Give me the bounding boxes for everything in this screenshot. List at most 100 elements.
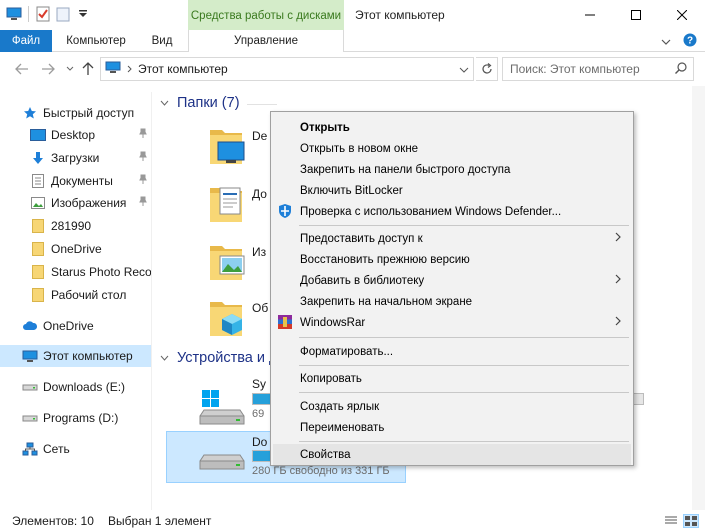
search-input[interactable]: Поиск: Этот компьютер: [510, 62, 640, 76]
sidebar-item-desktop[interactable]: Desktop: [0, 124, 151, 146]
menu-separator: [299, 365, 629, 366]
forward-arrow-icon[interactable]: [40, 61, 56, 77]
menu-item-add-to-library[interactable]: Добавить в библиотеку: [273, 270, 631, 291]
menu-item-create-shortcut[interactable]: Создать ярлык: [273, 396, 631, 417]
drive-name[interactable]: Do: [252, 435, 267, 449]
pin-icon: [139, 174, 147, 187]
desktop-icon: [30, 127, 46, 143]
menu-item-give-access[interactable]: Предоставить доступ к: [273, 228, 631, 249]
pin-icon: [139, 151, 147, 164]
quick-access-toolbar: [6, 6, 91, 22]
downloads-drive-icon[interactable]: [198, 441, 246, 481]
menu-item-pin-quick-access[interactable]: Закрепить на панели быстрого доступа: [273, 159, 631, 180]
folder-label[interactable]: Из: [252, 245, 266, 259]
ribbon-right-controls: ?: [661, 33, 697, 50]
close-button[interactable]: [659, 0, 705, 30]
back-arrow-icon[interactable]: [14, 61, 30, 77]
window-title: Этот компьютер: [355, 8, 445, 22]
search-box[interactable]: Поиск: Этот компьютер: [502, 57, 694, 81]
sidebar-item-documents[interactable]: Документы: [0, 170, 151, 192]
windows-defender-icon: [277, 203, 293, 219]
drive-free-space: 69: [252, 408, 265, 420]
folder-pictures-icon[interactable]: [208, 240, 252, 286]
vertical-scrollbar[interactable]: [692, 86, 705, 510]
search-icon[interactable]: [675, 61, 687, 77]
new-folder-icon[interactable]: [55, 6, 71, 22]
menu-item-bitlocker[interactable]: Включить BitLocker: [273, 180, 631, 201]
menu-item-windowsrar[interactable]: WindowsRar: [273, 312, 631, 333]
menu-item-format[interactable]: Форматировать...: [273, 341, 631, 362]
sidebar-item-this-pc[interactable]: Этот компьютер: [0, 345, 151, 367]
pin-icon: [139, 196, 147, 209]
sidebar-item-quick-access[interactable]: Быстрый доступ: [0, 102, 151, 124]
menu-item-open-new-window[interactable]: Открыть в новом окне: [273, 138, 631, 159]
download-arrow-icon: [30, 150, 46, 166]
submenu-arrow-icon: [615, 231, 621, 245]
recent-locations-icon[interactable]: [62, 61, 78, 77]
sidebar-item-folder-desktop-ru[interactable]: Рабочий стол: [0, 284, 151, 306]
tiles-view-icon[interactable]: [683, 514, 699, 528]
properties-icon[interactable]: [35, 6, 51, 22]
maximize-button[interactable]: [613, 0, 659, 30]
customize-toolbar-icon[interactable]: [75, 6, 91, 22]
address-bar[interactable]: Этот компьютер: [100, 57, 474, 81]
tab-file[interactable]: Файл: [0, 30, 52, 52]
menu-item-properties[interactable]: Свойства: [273, 444, 631, 465]
sidebar-item-network[interactable]: Сеть: [0, 438, 151, 460]
chevron-down-icon: [160, 353, 169, 364]
context-tab-header: Средства работы с дисками: [188, 0, 344, 32]
sidebar-item-onedrive[interactable]: OneDrive: [0, 315, 151, 337]
menu-item-defender-scan[interactable]: Проверка с использованием Windows Defend…: [273, 201, 631, 222]
minimize-button[interactable]: [567, 0, 613, 30]
menu-item-copy[interactable]: Копировать: [273, 368, 631, 389]
address-text[interactable]: Этот компьютер: [138, 62, 228, 76]
cloud-icon: [22, 318, 38, 334]
menu-item-pin-start[interactable]: Закрепить на начальном экране: [273, 291, 631, 312]
system-drive-icon[interactable]: [198, 388, 246, 428]
up-arrow-icon[interactable]: [80, 61, 96, 77]
winrar-icon: [277, 314, 293, 330]
folder-desktop-icon[interactable]: [208, 124, 252, 170]
folder-3d-objects-icon[interactable]: [208, 296, 252, 342]
sidebar-item-pictures[interactable]: Изображения: [0, 192, 151, 214]
address-dropdown-icon[interactable]: [459, 63, 469, 77]
details-view-icon[interactable]: [663, 514, 679, 528]
folder-label[interactable]: Об: [252, 301, 268, 315]
folder-label[interactable]: De: [252, 129, 267, 143]
drive-icon: [22, 410, 38, 426]
pictures-icon: [30, 195, 46, 211]
breadcrumb-chevron-icon[interactable]: [127, 62, 132, 76]
sidebar-item-downloads[interactable]: Загрузки: [0, 147, 151, 169]
sidebar-item-folder-onedrive[interactable]: OneDrive: [0, 238, 151, 260]
qat-separator: [28, 6, 29, 22]
menu-item-restore-version[interactable]: Восстановить прежнюю версию: [273, 249, 631, 270]
folder-label[interactable]: До: [252, 187, 267, 201]
folder-icon: [30, 264, 46, 280]
drive-name[interactable]: Sy: [252, 377, 266, 391]
menu-separator: [299, 441, 629, 442]
menu-item-rename[interactable]: Переименовать: [273, 417, 631, 438]
tab-view[interactable]: Вид: [140, 30, 184, 52]
folder-documents-icon[interactable]: [208, 182, 252, 228]
devices-group-header[interactable]: Устройства и д: [160, 350, 277, 366]
help-icon[interactable]: ?: [683, 33, 697, 50]
tab-manage[interactable]: Управление: [188, 30, 344, 52]
computer-icon: [105, 61, 121, 77]
context-menu: Открыть Открыть в новом окне Закрепить н…: [270, 111, 634, 466]
ribbon-tabs: Файл Компьютер Вид Управление ?: [0, 30, 705, 52]
sidebar-item-folder-281990[interactable]: 281990: [0, 215, 151, 237]
refresh-button[interactable]: [476, 57, 498, 81]
folders-group-header[interactable]: Папки (7): [160, 95, 240, 111]
view-switcher: [663, 514, 699, 528]
sidebar-item-folder-starus[interactable]: Starus Photo Recov: [0, 261, 151, 283]
window-controls: [567, 0, 705, 30]
menu-item-open[interactable]: Открыть: [273, 117, 631, 138]
tab-computer[interactable]: Компьютер: [56, 30, 136, 52]
drive-icon: [22, 379, 38, 395]
pin-icon: [139, 128, 147, 141]
sidebar-item-drive-e[interactable]: Downloads (E:): [0, 376, 151, 398]
folder-icon: [30, 218, 46, 234]
sidebar-item-drive-d[interactable]: Programs (D:): [0, 407, 151, 429]
expand-ribbon-icon[interactable]: [661, 35, 671, 49]
submenu-arrow-icon: [615, 315, 621, 329]
